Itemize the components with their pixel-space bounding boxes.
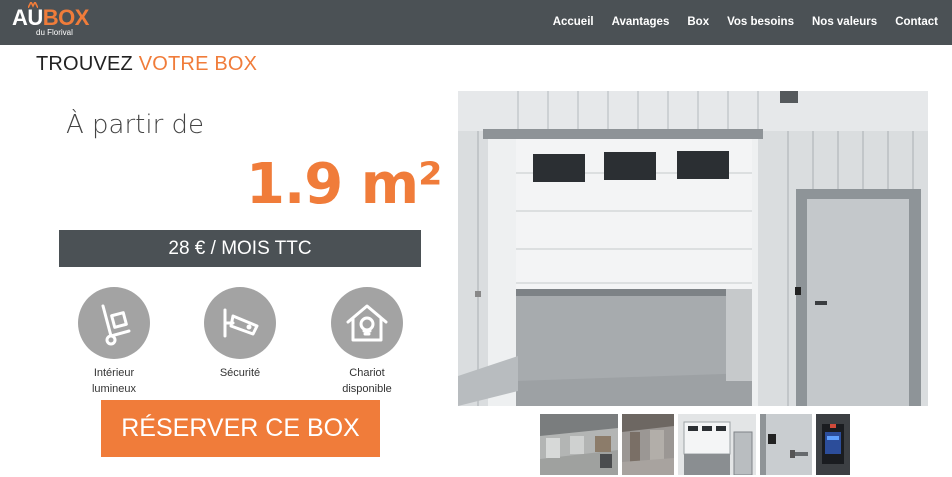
garage-door-photo[interactable]: [458, 91, 928, 406]
brand-name: AUBOX: [12, 5, 89, 30]
page-title: TROUVEZ VOTRE BOX: [36, 53, 258, 75]
house-bulb-icon: [331, 287, 403, 359]
feature-label: Sécurité: [219, 367, 261, 379]
nav-avantages[interactable]: Avantages: [612, 14, 670, 30]
door-handle-photo[interactable]: [760, 414, 812, 475]
photo-thumbnails: [540, 414, 850, 475]
nav-accueil[interactable]: Accueil: [553, 14, 594, 30]
from-label: À partir de: [66, 110, 205, 140]
garage-door-thumb[interactable]: [678, 414, 756, 475]
price-bar: 28 € / MOIS TTC: [59, 230, 421, 267]
feature-label: Chariot disponible: [342, 367, 392, 395]
brand-logo[interactable]: AUBOX du Florival: [12, 2, 102, 40]
nav-box[interactable]: Box: [687, 14, 709, 30]
nav-contact[interactable]: Contact: [895, 14, 938, 30]
nav-nos-valeurs[interactable]: Nos valeurs: [812, 14, 877, 30]
box-size: 1.9 m²: [246, 152, 443, 217]
trolley-icon: [78, 287, 150, 359]
feature-chariot: Chariot disponible: [312, 287, 422, 397]
top-navbar: AUBOX du Florival Accueil Avantages Box …: [0, 0, 952, 45]
feature-securite: Sécurité: [185, 287, 295, 381]
brand-subtitle: du Florival: [36, 28, 73, 37]
corridor-photo[interactable]: [540, 414, 618, 475]
camera-icon: [204, 287, 276, 359]
box-interior-photo[interactable]: [622, 414, 674, 475]
feature-label: Intérieur lumineux: [91, 367, 137, 395]
main-nav: Accueil Avantages Box Vos besoins Nos va…: [553, 14, 938, 30]
keypad-photo[interactable]: [816, 414, 850, 475]
feature-interieur: Intérieur lumineux: [59, 287, 169, 397]
nav-vos-besoins[interactable]: Vos besoins: [727, 14, 794, 30]
reserve-button[interactable]: RÉSERVER CE BOX: [101, 400, 380, 457]
